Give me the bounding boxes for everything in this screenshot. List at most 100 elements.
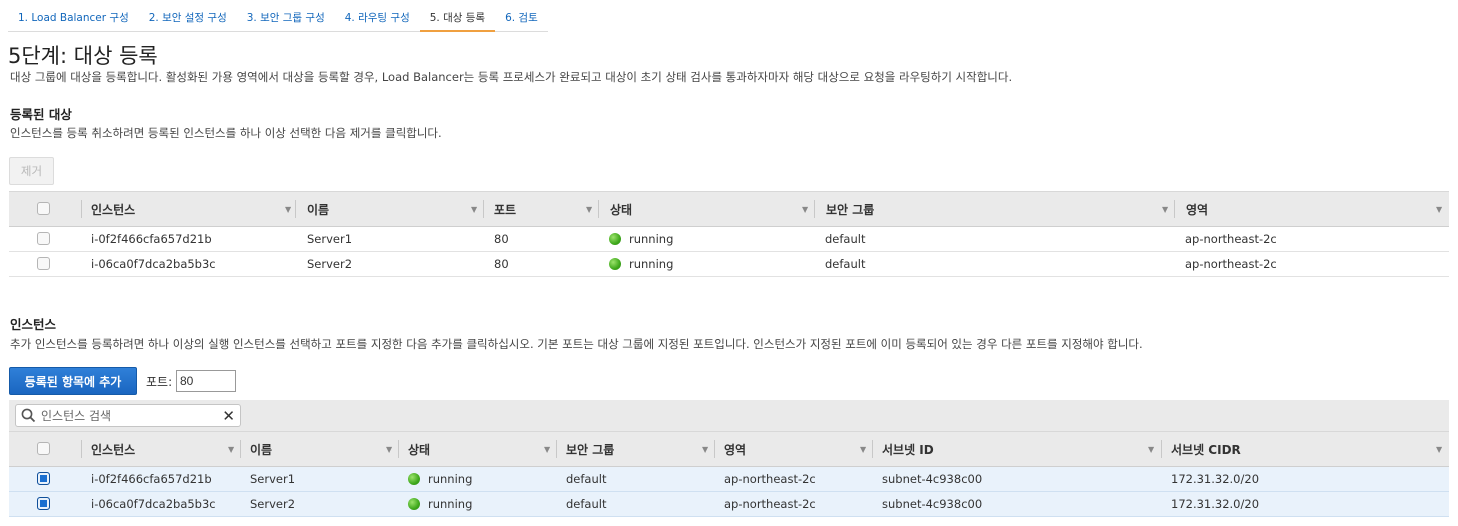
green-dot-icon bbox=[609, 258, 621, 270]
cell-subnet-cidr: 172.31.32.0/20 bbox=[1171, 497, 1260, 511]
column-header-instance[interactable]: 인스턴스 bbox=[81, 432, 238, 467]
column-divider bbox=[295, 200, 296, 218]
cell-zone: ap-northeast-2c bbox=[1185, 232, 1277, 246]
page-title: 5단계: 대상 등록 bbox=[8, 44, 158, 68]
column-header-label: 상태 bbox=[408, 443, 431, 457]
sort-down-icon[interactable]: ▼ bbox=[1148, 445, 1154, 454]
column-header-subnet-id[interactable]: 서브넷 ID bbox=[872, 432, 1159, 467]
cell-zone: ap-northeast-2c bbox=[1185, 257, 1277, 271]
status-text: running bbox=[428, 497, 473, 511]
wizard-step-2[interactable]: 2. 보안 설정 구성 bbox=[138, 6, 237, 32]
column-header-label: 이름 bbox=[307, 203, 330, 217]
instances-table: 인스턴스 ▼ 이름 ▼ 상태 ▼ 보안 그룹 ▼ 영역 ▼ 서브넷 ID ▼ 서… bbox=[9, 431, 1449, 517]
column-header-zone[interactable]: 영역 bbox=[714, 432, 871, 467]
select-all-checkbox[interactable] bbox=[37, 442, 50, 455]
green-dot-icon bbox=[408, 498, 420, 510]
wizard-step-6[interactable]: 6. 검토 bbox=[495, 6, 548, 32]
column-header-label: 인스턴스 bbox=[91, 203, 136, 217]
sort-down-icon[interactable]: ▼ bbox=[285, 205, 291, 214]
table-header: 인스턴스 ▼ 이름 ▼ 상태 ▼ 보안 그룹 ▼ 영역 ▼ 서브넷 ID ▼ 서… bbox=[9, 431, 1449, 467]
column-header-label: 상태 bbox=[610, 203, 633, 217]
search-icon bbox=[21, 408, 36, 426]
cell-zone: ap-northeast-2c bbox=[724, 472, 816, 486]
table-row[interactable]: i-06ca0f7dca2ba5b3c Server2 running defa… bbox=[9, 492, 1449, 517]
column-header-label: 영역 bbox=[724, 443, 747, 457]
cell-subnet-id: subnet-4c938c00 bbox=[882, 497, 983, 511]
sort-down-icon[interactable]: ▼ bbox=[586, 205, 592, 214]
column-header-zone[interactable]: 영역 bbox=[1176, 192, 1436, 227]
wizard-step-5[interactable]: 5. 대상 등록 bbox=[419, 6, 496, 32]
registered-section-title: 등록된 대상 bbox=[10, 107, 72, 122]
select-all-checkbox[interactable] bbox=[37, 202, 50, 215]
sort-down-icon[interactable]: ▼ bbox=[702, 445, 708, 454]
cell-security-group: default bbox=[566, 472, 607, 486]
sort-down-icon[interactable]: ▼ bbox=[386, 445, 392, 454]
column-divider bbox=[598, 200, 599, 218]
cell-name: Server2 bbox=[250, 497, 296, 511]
green-dot-icon bbox=[609, 233, 621, 245]
port-input[interactable] bbox=[176, 370, 236, 392]
cell-subnet-id: subnet-4c938c00 bbox=[882, 472, 983, 486]
column-header-label: 포트 bbox=[494, 203, 517, 217]
green-dot-icon bbox=[408, 473, 420, 485]
cell-status: running bbox=[609, 252, 673, 276]
search-box[interactable]: ✕ bbox=[15, 404, 241, 427]
add-to-registered-button[interactable]: 등록된 항목에 추가 bbox=[9, 367, 137, 395]
column-header-subnet-cidr[interactable]: 서브넷 CIDR bbox=[1161, 432, 1436, 467]
registered-section-description: 인스턴스를 등록 취소하려면 등록된 인스턴스를 하나 이상 선택한 다음 제거… bbox=[10, 126, 442, 140]
sort-down-icon[interactable]: ▼ bbox=[1162, 205, 1168, 214]
column-header-label: 인스턴스 bbox=[91, 443, 136, 457]
status-text: running bbox=[629, 232, 674, 246]
column-header-name[interactable]: 이름 bbox=[297, 192, 481, 227]
table-row[interactable]: i-0f2f466cfa657d21b Server1 80 running d… bbox=[9, 227, 1449, 252]
wizard-step-1[interactable]: 1. Load Balancer 구성 bbox=[8, 6, 139, 32]
clear-icon[interactable]: ✕ bbox=[222, 407, 235, 425]
wizard-step-4[interactable]: 4. 라우팅 구성 bbox=[334, 6, 420, 32]
remove-button[interactable]: 제거 bbox=[9, 157, 54, 185]
cell-instance: i-0f2f466cfa657d21b bbox=[91, 472, 212, 486]
sort-down-icon[interactable]: ▼ bbox=[1436, 445, 1442, 454]
instances-section-title: 인스턴스 bbox=[10, 317, 57, 332]
column-header-name[interactable]: 이름 bbox=[240, 432, 397, 467]
cell-security-group: default bbox=[825, 232, 866, 246]
column-header-port[interactable]: 포트 bbox=[484, 192, 596, 227]
cell-instance: i-06ca0f7dca2ba5b3c bbox=[91, 257, 216, 271]
row-checkbox[interactable] bbox=[37, 472, 50, 485]
row-checkbox[interactable] bbox=[37, 232, 50, 245]
cell-instance: i-06ca0f7dca2ba5b3c bbox=[91, 497, 216, 511]
column-header-instance[interactable]: 인스턴스 bbox=[81, 192, 295, 227]
wizard-step-3[interactable]: 3. 보안 그룹 구성 bbox=[236, 6, 335, 32]
table-row[interactable]: i-0f2f466cfa657d21b Server1 running defa… bbox=[9, 467, 1449, 492]
row-checkbox[interactable] bbox=[37, 257, 50, 270]
sort-down-icon[interactable]: ▼ bbox=[544, 445, 550, 454]
column-header-label: 영역 bbox=[1186, 203, 1209, 217]
cell-status: running bbox=[408, 467, 472, 491]
cell-security-group: default bbox=[566, 497, 607, 511]
cell-instance: i-0f2f466cfa657d21b bbox=[91, 232, 212, 246]
table-row[interactable]: i-06ca0f7dca2ba5b3c Server2 80 running d… bbox=[9, 252, 1449, 277]
column-header-security-group[interactable]: 보안 그룹 bbox=[816, 192, 1172, 227]
column-header-security-group[interactable]: 보안 그룹 bbox=[556, 432, 713, 467]
table-header: 인스턴스 ▼ 이름 ▼ 포트 ▼ 상태 ▼ 보안 그룹 ▼ 영역 ▼ bbox=[9, 191, 1449, 227]
instances-section-description: 추가 인스턴스를 등록하려면 하나 이상의 실행 인스턴스를 선택하고 포트를 … bbox=[10, 337, 1143, 351]
sort-down-icon[interactable]: ▼ bbox=[471, 205, 477, 214]
registered-targets-table: 인스턴스 ▼ 이름 ▼ 포트 ▼ 상태 ▼ 보안 그룹 ▼ 영역 ▼ i-0f2… bbox=[9, 191, 1449, 277]
column-header-label: 서브넷 CIDR bbox=[1171, 443, 1241, 457]
sort-down-icon[interactable]: ▼ bbox=[1436, 205, 1442, 214]
cell-name: Server1 bbox=[307, 232, 353, 246]
wizard-nav: 1. Load Balancer 구성 2. 보안 설정 구성 3. 보안 그룹… bbox=[8, 6, 548, 32]
sort-down-icon[interactable]: ▼ bbox=[802, 205, 808, 214]
status-text: running bbox=[629, 257, 674, 271]
search-input[interactable] bbox=[39, 406, 209, 425]
sort-down-icon[interactable]: ▼ bbox=[228, 445, 234, 454]
cell-subnet-cidr: 172.31.32.0/20 bbox=[1171, 472, 1260, 486]
column-header-status[interactable]: 상태 bbox=[600, 192, 812, 227]
row-checkbox[interactable] bbox=[37, 497, 50, 510]
column-divider bbox=[814, 200, 815, 218]
cell-port: 80 bbox=[494, 232, 509, 246]
cell-status: running bbox=[609, 227, 673, 251]
sort-down-icon[interactable]: ▼ bbox=[860, 445, 866, 454]
column-header-label: 서브넷 ID bbox=[882, 443, 934, 457]
cell-name: Server1 bbox=[250, 472, 296, 486]
column-header-status[interactable]: 상태 bbox=[398, 432, 555, 467]
